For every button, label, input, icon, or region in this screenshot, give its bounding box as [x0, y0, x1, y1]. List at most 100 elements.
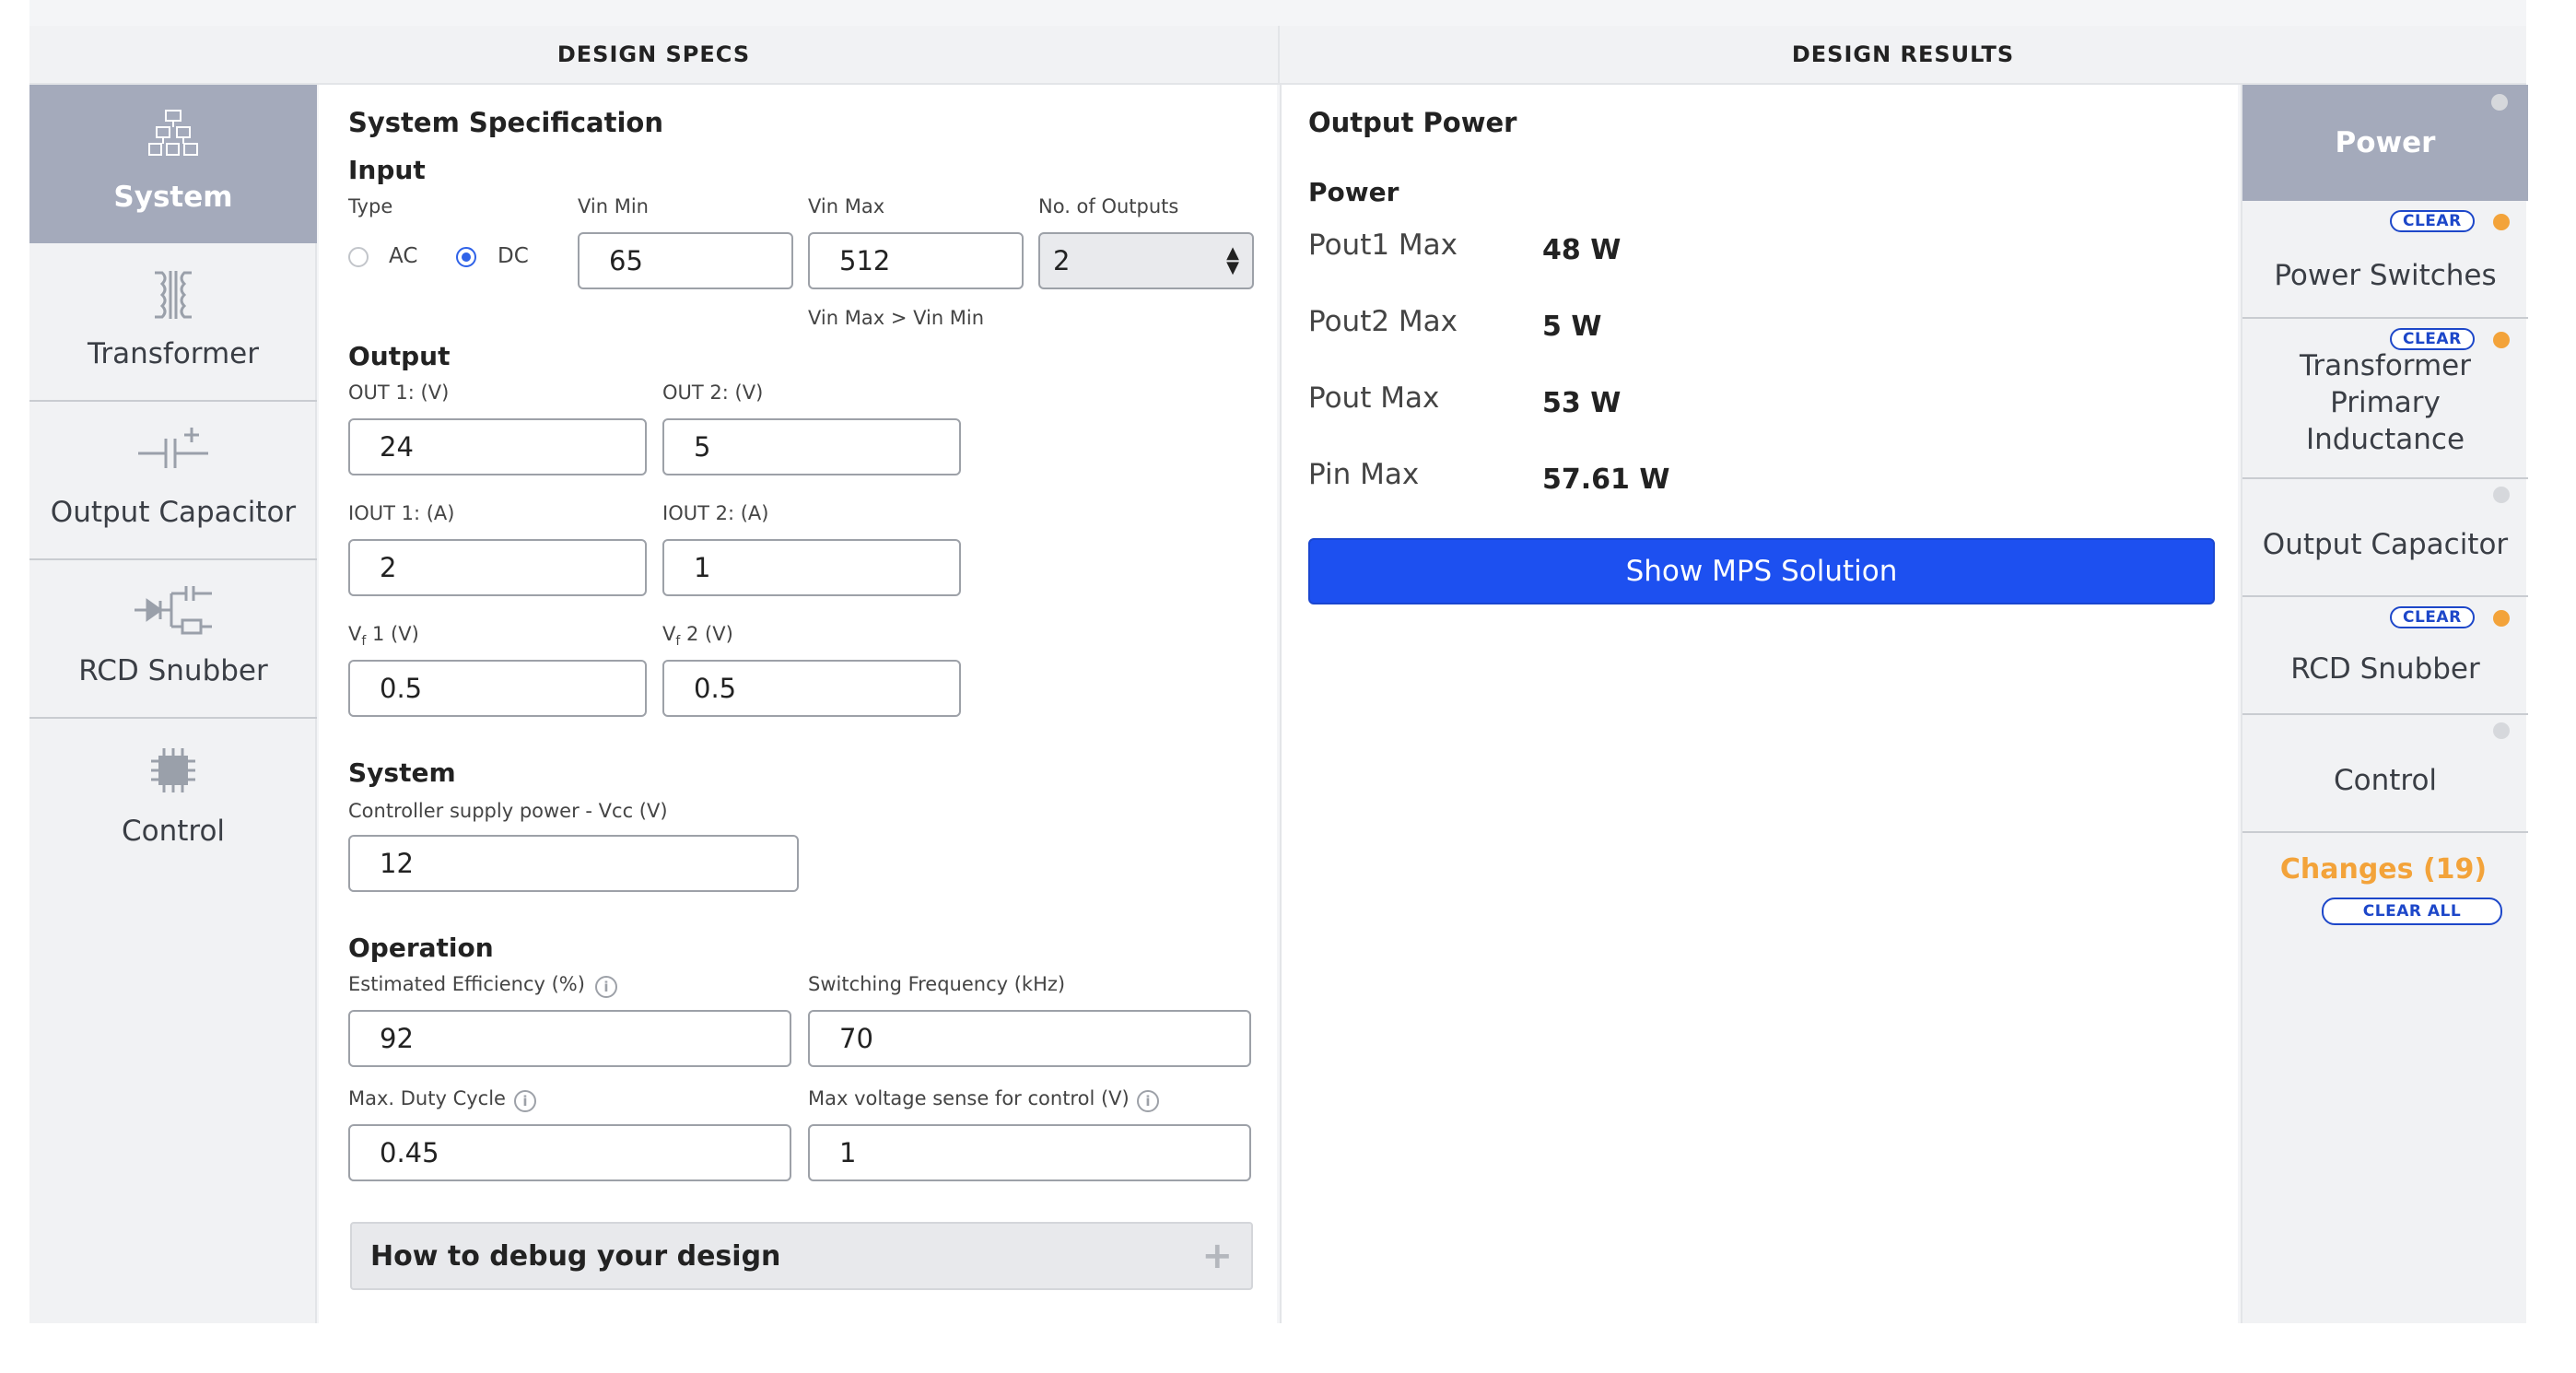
rnav-item-power-switches[interactable]: Power Switches CLEAR [2242, 201, 2528, 319]
right-nav: Power Power Switches CLEAR Transformer P… [2241, 85, 2528, 1323]
status-dot-icon [2493, 487, 2510, 503]
input-title: Input [348, 155, 426, 185]
left-nav: System Transformer Output Capacitor RCD … [29, 85, 317, 1323]
rnav-item-transformer-primary-inductance[interactable]: Transformer Primary Inductance [2242, 319, 2528, 479]
output-title: Output [348, 341, 451, 371]
efficiency-label: Estimated Efficiency (%) [348, 973, 585, 995]
result-value: 48 W [1542, 234, 1622, 266]
vcc-input[interactable]: 12 [348, 835, 799, 892]
operation-title: Operation [348, 933, 494, 963]
rnav-item-label: Output Capacitor [2262, 528, 2509, 561]
rnav-item-label: Power Switches [2274, 259, 2497, 292]
design-specs-header: DESIGN SPECS [29, 26, 1278, 85]
frequency-input[interactable]: 70 [808, 1010, 1251, 1067]
vf1-label-prefix: V [348, 623, 362, 645]
transformer-icon [155, 271, 192, 319]
duty-cycle-info-icon[interactable]: i [514, 1090, 536, 1112]
clear-rcd-snubber-button[interactable]: CLEAR [2390, 606, 2475, 628]
vin-hint: Vin Max > Vin Min [808, 307, 985, 329]
ac-label: AC [389, 244, 418, 268]
nav-item-label: Transformer [87, 337, 259, 370]
vf2-input[interactable]: 0.5 [662, 660, 961, 717]
show-mps-solution-button[interactable]: Show MPS Solution [1308, 538, 2215, 604]
nav-item-label: System [113, 181, 233, 214]
nav-item-system[interactable]: System [29, 85, 317, 243]
efficiency-input[interactable]: 92 [348, 1010, 791, 1067]
select-arrows-icon: ▲ ▼ [1226, 243, 1239, 277]
results-panel [1280, 85, 2238, 1323]
result-label: Pout2 Max [1308, 305, 1458, 338]
rnav-item-label: Transformer Primary Inductance [2299, 349, 2471, 456]
rnav-item-rcd-snubber[interactable]: RCD Snubber [2242, 597, 2528, 715]
iout1-label: IOUT 1: (A) [348, 502, 455, 524]
status-dot-icon [2491, 94, 2508, 111]
out1-label: OUT 1: (V) [348, 381, 450, 404]
vin-max-label: Vin Max [808, 195, 885, 217]
chip-icon [151, 748, 195, 792]
vf1-label: Vf 1 (V) [348, 623, 419, 649]
iout2-input[interactable]: 1 [662, 539, 961, 596]
vsense-info-icon[interactable]: i [1137, 1090, 1159, 1112]
result-value: 53 W [1542, 387, 1622, 419]
result-value: 57.61 W [1542, 464, 1670, 496]
nav-item-label: Output Capacitor [50, 496, 297, 529]
plus-icon: + [1201, 1235, 1233, 1277]
status-dot-icon [2493, 610, 2510, 627]
vsense-label: Max voltage sense for control (V) [808, 1087, 1130, 1109]
nav-item-control[interactable]: Control [29, 719, 317, 877]
duty-cycle-label: Max. Duty Cycle [348, 1087, 506, 1109]
efficiency-info-icon[interactable]: i [595, 976, 617, 998]
status-dot-icon [2493, 722, 2510, 739]
vf2-label-prefix: V [662, 623, 676, 645]
hierarchy-icon [148, 110, 198, 156]
rnav-item-control[interactable]: Control [2242, 715, 2528, 833]
status-dot-icon [2493, 332, 2510, 348]
vf2-label: Vf 2 (V) [662, 623, 733, 649]
iout1-input[interactable]: 2 [348, 539, 647, 596]
outputs-select[interactable]: 2 ▲ ▼ [1038, 232, 1254, 289]
rnav-item-output-capacitor[interactable]: Output Capacitor [2242, 479, 2528, 597]
clear-power-switches-button[interactable]: CLEAR [2390, 210, 2475, 232]
frequency-label: Switching Frequency (kHz) [808, 973, 1066, 995]
radio-dc[interactable] [456, 247, 476, 267]
rnav-item-label: Control [2333, 764, 2438, 797]
type-label: Type [348, 195, 393, 217]
clear-all-button[interactable]: CLEAR ALL [2322, 898, 2502, 925]
out2-input[interactable]: 5 [662, 418, 961, 475]
nav-item-transformer[interactable]: Transformer [29, 243, 317, 402]
vf2-label-suffix: 2 (V) [680, 623, 733, 645]
status-dot-icon [2493, 214, 2510, 230]
result-value: 5 W [1542, 311, 1602, 343]
vsense-input[interactable]: 1 [808, 1124, 1251, 1181]
changes-count: Changes (19) [2279, 853, 2488, 886]
nav-item-label: RCD Snubber [78, 654, 268, 687]
system-title: System [348, 757, 456, 788]
iout2-label: IOUT 2: (A) [662, 502, 769, 524]
debug-accordion-label: How to debug your design [370, 1239, 781, 1273]
outputs-label: No. of Outputs [1038, 195, 1179, 217]
rnav-item-label: RCD Snubber [2290, 652, 2480, 686]
rnav-item-power[interactable]: Power [2242, 85, 2528, 201]
outputs-select-value: 2 [1053, 245, 1071, 276]
vin-min-input[interactable]: 65 [578, 232, 793, 289]
out2-label: OUT 2: (V) [662, 381, 764, 404]
clear-transformer-button[interactable]: CLEAR [2390, 328, 2475, 350]
capacitor-icon [138, 428, 208, 468]
vf1-input[interactable]: 0.5 [348, 660, 647, 717]
duty-cycle-input[interactable]: 0.45 [348, 1124, 791, 1181]
out1-input[interactable]: 24 [348, 418, 647, 475]
snubber-icon [135, 586, 212, 635]
section-title: System Specification [348, 107, 663, 138]
result-label: Pin Max [1308, 458, 1420, 491]
vin-max-input[interactable]: 512 [808, 232, 1024, 289]
result-label: Pout1 Max [1308, 229, 1458, 262]
radio-ac[interactable] [348, 247, 369, 267]
design-results-header: DESIGN RESULTS [1278, 26, 2526, 85]
results-title: Output Power [1308, 107, 1517, 138]
nav-item-rcd-snubber[interactable]: RCD Snubber [29, 560, 317, 719]
nav-item-output-capacitor[interactable]: Output Capacitor [29, 402, 317, 560]
debug-accordion[interactable]: How to debug your design + [350, 1222, 1253, 1290]
vcc-label: Controller supply power - Vcc (V) [348, 800, 668, 822]
dc-label: DC [498, 244, 529, 268]
rnav-item-label: Power [2335, 126, 2436, 159]
